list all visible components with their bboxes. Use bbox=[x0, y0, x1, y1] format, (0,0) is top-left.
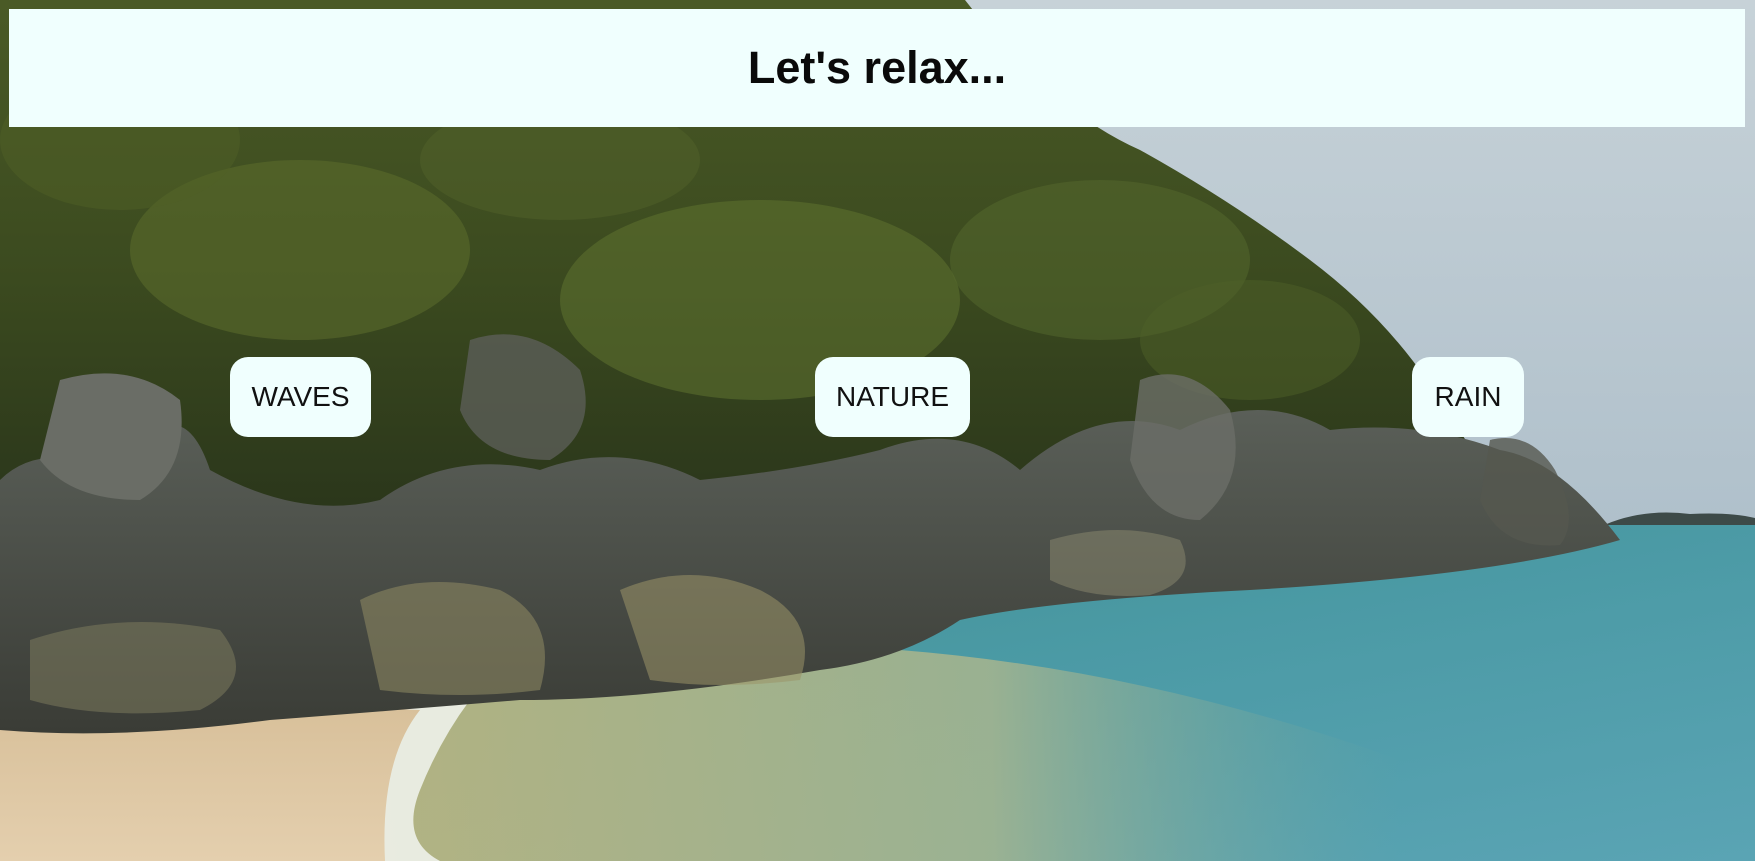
nature-button[interactable]: NATURE bbox=[815, 357, 970, 437]
rain-button[interactable]: RAIN bbox=[1412, 357, 1524, 437]
header-banner: Let's relax... bbox=[9, 9, 1745, 127]
page-title: Let's relax... bbox=[747, 42, 1007, 93]
waves-button[interactable]: WAVES bbox=[230, 357, 371, 437]
